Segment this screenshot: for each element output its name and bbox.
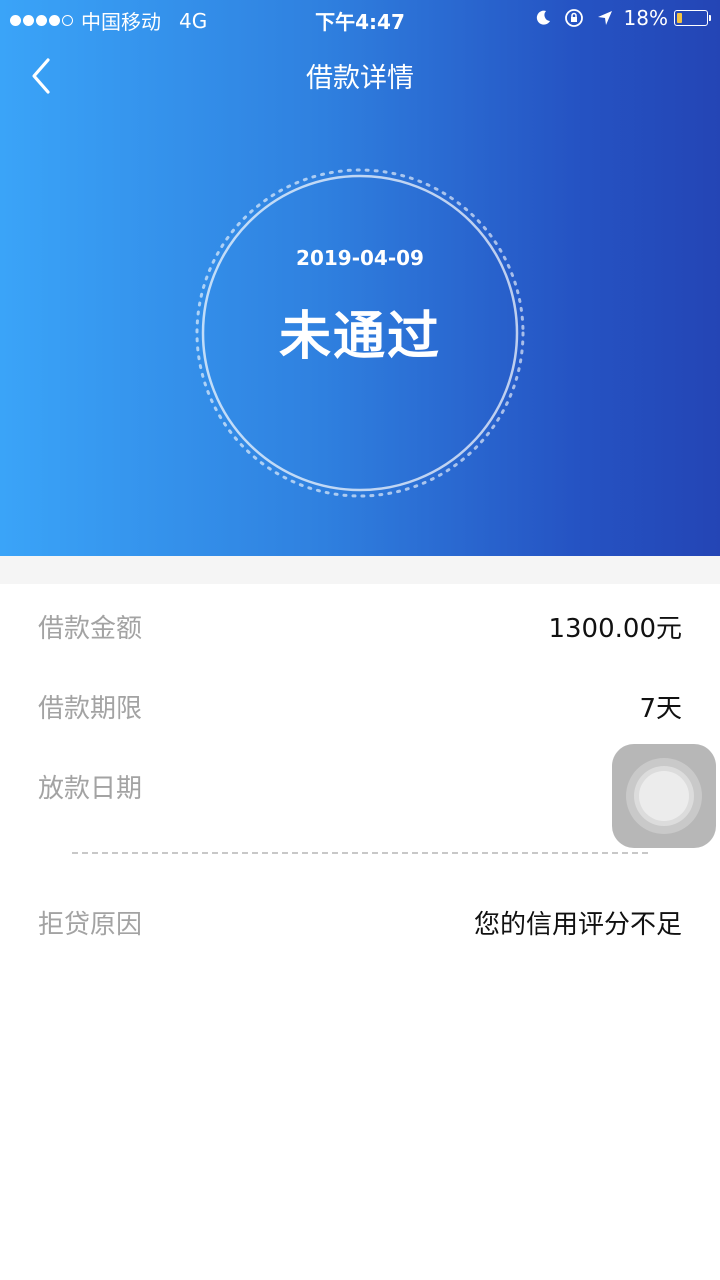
section-separator	[0, 556, 720, 584]
detail-row-disbursement-date: 放款日期	[38, 768, 682, 808]
battery-icon	[674, 10, 711, 26]
rejection-reason-label: 拒贷原因	[38, 910, 143, 940]
moon-icon	[534, 9, 552, 27]
rotation-lock-icon	[564, 8, 584, 28]
page-title: 借款详情	[306, 63, 414, 94]
application-date: 2019-04-09	[296, 246, 424, 270]
detail-row-rejection-reason: 拒贷原因 您的信用评分不足	[38, 904, 682, 944]
header-banner: 中国移动 4G 下午4:47 18% 借款详情 2019-04-09 未通过	[0, 0, 720, 556]
nav-bar: 借款详情	[0, 44, 720, 104]
detail-row-loan-amount: 借款金额 1300.00元	[38, 608, 682, 648]
detail-row-loan-term: 借款期限 7天	[38, 688, 682, 728]
rejection-reason-value: 您的信用评分不足	[473, 910, 682, 940]
loan-term-label: 借款期限	[38, 694, 143, 724]
status-bar: 中国移动 4G 下午4:47 18%	[0, 0, 720, 36]
disbursement-date-label: 放款日期	[38, 774, 143, 804]
status-right: 18%	[522, 6, 711, 30]
loan-amount-value: 1300.00元	[548, 614, 682, 644]
location-arrow-icon	[596, 9, 614, 27]
assistive-touch-icon	[639, 771, 689, 821]
battery-fill	[677, 13, 682, 23]
application-status: 未通过	[278, 307, 441, 367]
battery-percent: 18%	[623, 6, 668, 30]
status-ring: 2019-04-09 未通过	[193, 166, 527, 500]
dashed-divider	[72, 852, 648, 854]
loan-term-value: 7天	[639, 694, 682, 724]
loan-amount-label: 借款金额	[38, 614, 143, 644]
assistive-touch-button[interactable]	[612, 744, 716, 848]
